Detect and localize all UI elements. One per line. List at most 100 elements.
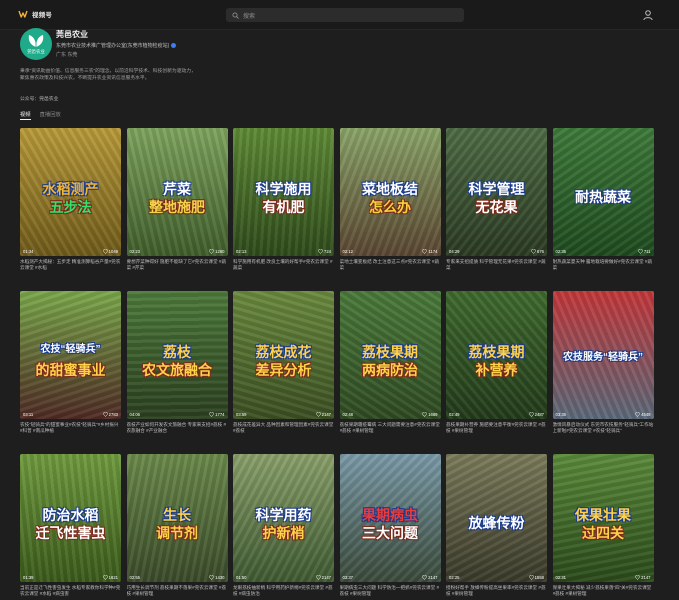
video-caption[interactable]: 水稻测产大揭秘：五步走 精准测算稻谷产量#莞农云课堂 #水稻 [20,259,121,272]
video-card[interactable]: 科学用药 护新梢 01:50 2147 龙眼荔枝抽新梢 科学用药护新梢#莞农云课堂 #荔… [233,454,334,600]
video-caption[interactable]: 专家来支招提质 科学管理无花果#莞农云课堂 #蔬菜 [446,259,547,272]
video-thumbnail[interactable]: 放蜂传粉 02:25 1558 [446,454,547,582]
video-duration: 03:59 [236,412,247,417]
official-account-link[interactable]: 莞邑农业 [39,97,58,102]
video-caption[interactable]: 荔枝产业如何开发农文旅融合 专家来支招#荔枝 #农旅融合 #产业融合 [127,422,228,435]
like-count: 1621 [108,575,118,580]
search-input[interactable]: 搜索 [226,8,464,22]
video-thumbnail[interactable]: 防治水稻 迁飞性害虫 01:39 1621 [20,454,121,582]
video-title-line2: 无花果 [475,199,518,215]
video-meta: 02:55 1430 [130,575,225,580]
video-card[interactable]: 生长 调节剂 02:55 1430 巧用生长调节剂 荔枝果期不落果#莞农云课堂 #荔枝 … [126,454,228,600]
video-card[interactable]: 防治水稻 迁飞性害虫 01:39 1621 当前正是迁飞性害虫发生 水稻专家教你科学种#… [20,454,121,600]
video-title-line2: 整地施肥 [149,199,205,215]
video-thumbnail[interactable]: 科学施用 有机肥 02:13 724 [233,128,334,256]
user-icon[interactable] [642,9,654,21]
like-count-group: 2783 [102,412,118,417]
video-card[interactable]: 荔枝成花 差异分析 03:59 2147 荔枝成花差异大 品种因素和管理因素#莞农云课堂… [233,291,334,442]
video-title-line2: 三大问题 [362,525,418,541]
video-thumbnail[interactable]: 菜地板结 怎么办 02:12 1174 [339,128,441,256]
brand[interactable]: 视频号 [18,9,52,19]
video-title-line1: 芹菜 [163,181,191,197]
video-thumbnail[interactable]: 芹菜 整地施肥 02:23 1260 [126,128,228,256]
video-meta: 04:29 676 [449,249,544,254]
video-caption[interactable]: 龙眼荔枝抽新梢 科学用药护新梢#莞农云课堂 #荔枝 #病虫防治 [233,585,334,598]
profile-name: 莞邑农业 [56,30,88,39]
video-caption[interactable]: 耐热蔬菜夏天种 露地栽培要做好#莞农云课堂 #蔬菜 [553,259,654,272]
video-caption[interactable]: 农技“轻骑兵”的甜蜜事业#农技“轻骑兵”#乡村振兴 #科普 #南瓜种植 [20,422,121,435]
video-card[interactable]: 荔枝果期 补营养 02:49 2487 荔枝果期补营养 施肥要注意平衡#莞农云课堂 #荔… [446,291,547,442]
video-caption[interactable]: 要想芹菜种得好 施肥不能缺了它#莞农云课堂 #蔬菜 #芹菜 [127,259,228,272]
like-count-group: 2147 [315,575,331,580]
video-meta: 02:12 1174 [343,249,438,254]
video-caption[interactable]: 菜地土壤变板结 改土注意这三点#莞农云课堂 #蔬菜 [340,259,441,272]
video-thumbnail[interactable]: 荔枝 农文旅融合 04:06 1774 [126,291,228,419]
video-caption[interactable]: 科学施用有机肥 改良土壤的好帮手#莞农云课堂 #蔬菜 [233,259,334,272]
like-count: 1558 [534,575,544,580]
heart-icon [102,412,108,417]
video-card[interactable]: 科学施用 有机肥 02:13 724 科学施用有机肥 改良土壤的好帮手#莞农云课堂 #蔬… [233,128,334,279]
profile-bio: 秉承“资讯助益价值、信息服务三农”的理念，以前沿科学技术、科技创新为驱动力，聚焦… [20,69,196,81]
video-card[interactable]: 水稻测产 五步法 01:34 1049 水稻测产大揭秘：五步走 精准测算稻谷产量#莞农云… [20,128,121,279]
video-duration: 01:50 [236,575,247,580]
video-meta: 03:11 2783 [23,412,118,417]
video-duration: 02:49 [449,412,460,417]
video-caption[interactable]: 荔枝果期补营养 施肥要注意平衡#莞农云课堂 #荔枝 #果树管理 [446,422,547,435]
video-thumbnail[interactable]: 荔枝成花 差异分析 03:59 2147 [233,291,334,419]
video-title-line1: 荔枝果期 [468,344,525,360]
video-title-line2: 有机肥 [262,199,305,215]
video-caption[interactable]: 激情风暴启动仪式 东莞市农技服务“轻骑兵”工作站上新啦#莞农云课堂 #农技“轻骑… [553,422,654,435]
tab-live-replay[interactable]: 直播回放 [40,110,61,120]
video-caption[interactable]: 授粉好帮手 放蜂传粉提高坐果率#莞农云课堂 #荔枝 #果树管理 [446,585,547,598]
video-card[interactable]: 果期病虫 三大问题 03:37 2147 果期病虫三大问题 科学防治一把抓#莞农云课堂 … [339,454,441,600]
like-count-group: 1558 [528,575,544,580]
video-title-line1: 果期病虫 [362,507,418,523]
video-title-line2: 的甜蜜事业 [35,362,106,378]
video-title-line2: 五步法 [49,199,92,215]
video-card[interactable]: 菜地板结 怎么办 02:12 1174 菜地土壤变板结 改土注意这三点#莞农云课堂 #蔬… [339,128,441,279]
video-thumbnail[interactable]: 耐热蔬菜 02:35 711 [552,128,654,256]
video-caption[interactable]: 荔枝成花差异大 品种因素和管理因素#莞农云课堂 #荔枝 [233,422,334,435]
like-count-group: 1621 [102,575,118,580]
video-card[interactable]: 科学管理 无花果 04:29 676 专家来支招提质 科学管理无花果#莞农云课堂 #蔬菜 [446,128,547,279]
like-count-group: 1174 [422,249,438,254]
video-card[interactable]: 农技服务“轻骑兵” 03:35 4549 激情风暴启动仪式 东莞市农技服务“轻骑兵”工… [552,291,654,442]
video-meta: 03:35 4549 [556,412,651,417]
video-card[interactable]: 放蜂传粉 02:25 1558 授粉好帮手 放蜂传粉提高坐果率#莞农云课堂 #荔枝 #… [446,454,547,600]
video-card[interactable]: 耐热蔬菜 02:35 711 耐热蔬菜夏天种 露地栽培要做好#莞农云课堂 #蔬菜 [552,128,654,279]
video-duration: 03:35 [555,412,566,417]
video-thumbnail[interactable]: 生长 调节剂 02:55 1430 [126,454,228,582]
video-card[interactable]: 荔枝 农文旅融合 04:06 1774 荔枝产业如何开发农文旅融合 专家来支招#荔枝 #… [126,291,228,442]
video-meta: 02:13 724 [236,249,331,254]
video-card[interactable]: 芹菜 整地施肥 02:23 1260 要想芹菜种得好 施肥不能缺了它#莞农云课堂 #蔬菜… [126,128,228,279]
video-card[interactable]: 保果壮果 过四关 02:31 2147 保果壮果大揭秘 减少荔枝果落“四”关#莞农云课堂… [552,454,654,600]
video-thumbnail[interactable]: 科学用药 护新梢 01:50 2147 [233,454,334,582]
video-caption[interactable]: 当前正是迁飞性害虫发生 水稻专家教你科学种#莞农云课堂 #水稻 #病虫害 [20,585,121,598]
video-title-line1: 放蜂传粉 [468,515,525,531]
video-thumbnail[interactable]: 农技“轻骑兵” 的甜蜜事业 03:11 2783 [20,291,121,419]
video-thumbnail[interactable]: 荔枝果期 两病防治 02:48 1669 [339,291,441,419]
video-caption[interactable]: 荔枝果期霜疫霉病 三大问题需要注意#莞农云课堂 #荔枝 #果树管理 [340,422,441,435]
profile-description: 东莞市农业技术推广管理办公室(东莞市植物检疫站) [56,42,177,49]
like-count: 2147 [428,575,438,580]
video-caption[interactable]: 保果壮果大揭秘 减少荔枝果落“四”关#莞农云课堂 #荔枝 #果树管理 [553,585,654,598]
video-caption[interactable]: 果期病虫三大问题 科学防治一把抓#莞农云课堂 #荔枝 #果树管理 [340,585,441,598]
video-thumbnail[interactable]: 农技服务“轻骑兵” 03:35 4549 [552,291,654,419]
video-thumbnail[interactable]: 水稻测产 五步法 01:34 1049 [20,128,121,256]
video-title-line1: 生长 [163,507,191,523]
video-thumbnail[interactable]: 荔枝果期 补营养 02:49 2487 [446,291,547,419]
video-duration: 02:48 [342,412,353,417]
like-count: 1174 [428,249,438,254]
like-count: 2147 [641,575,651,580]
video-title-line1: 荔枝果期 [362,344,418,360]
video-thumbnail[interactable]: 果期病虫 三大问题 03:37 2147 [339,454,441,582]
search-icon [232,11,239,19]
video-card[interactable]: 荔枝果期 两病防治 02:48 1669 荔枝果期霜疫霉病 三大问题需要注意#莞农云课堂… [339,291,441,442]
video-thumbnail[interactable]: 保果壮果 过四关 02:31 2147 [552,454,654,582]
profile-location: 广东 东莞 [56,52,78,58]
video-card[interactable]: 农技“轻骑兵” 的甜蜜事业 03:11 2783 农技“轻骑兵”的甜蜜事业#农技“轻骑兵… [20,291,121,442]
video-meta: 02:25 1558 [449,575,544,580]
video-thumbnail[interactable]: 科学管理 无花果 04:29 676 [446,128,547,256]
tab-videos[interactable]: 视频 [20,110,31,120]
video-caption[interactable]: 巧用生长调节剂 荔枝果期不落果#莞农云课堂 #荔枝 #果树管理 [127,585,228,598]
